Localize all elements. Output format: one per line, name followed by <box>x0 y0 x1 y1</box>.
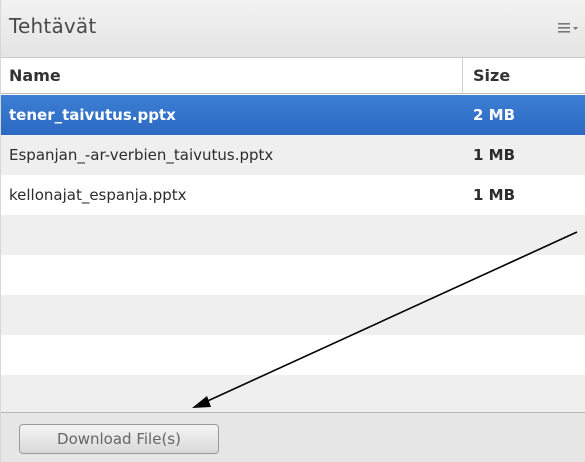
list-menu-icon <box>558 23 578 33</box>
files-pod: Tehtävät Name Size tener_taivutus.pptx 2 … <box>0 0 585 462</box>
download-files-button[interactable]: Download File(s) <box>19 424 219 454</box>
file-name-cell: Espanjan_-ar-verbien_taivutus.pptx <box>9 146 274 164</box>
table-row[interactable] <box>1 295 585 335</box>
file-size-cell: 1 MB <box>473 146 516 164</box>
column-header-name[interactable]: Name <box>9 66 61 85</box>
file-name-cell: kellonajat_espanja.pptx <box>9 186 187 204</box>
table-row[interactable] <box>1 215 585 255</box>
table-row[interactable]: kellonajat_espanja.pptx 1 MB <box>1 175 585 215</box>
table-row[interactable] <box>1 375 585 415</box>
column-divider[interactable] <box>462 58 463 94</box>
file-list: tener_taivutus.pptx 2 MB Espanjan_-ar-verb… <box>1 95 585 415</box>
table-row[interactable]: Espanjan_-ar-verbien_taivutus.pptx 1 MB <box>1 135 585 175</box>
file-size-cell: 2 MB <box>473 106 516 124</box>
pod-footer: Download File(s) <box>1 412 585 462</box>
table-row[interactable] <box>1 335 585 375</box>
table-header: Name Size <box>1 58 585 94</box>
pod-title-bar: Tehtävät <box>1 0 585 58</box>
file-name-cell: tener_taivutus.pptx <box>9 106 176 124</box>
pod-title: Tehtävät <box>9 14 97 38</box>
table-row[interactable] <box>1 255 585 295</box>
table-row[interactable]: tener_taivutus.pptx 2 MB <box>1 95 585 135</box>
file-size-cell: 1 MB <box>473 186 516 204</box>
column-header-size[interactable]: Size <box>473 66 510 85</box>
pod-options-menu-button[interactable] <box>556 18 580 38</box>
